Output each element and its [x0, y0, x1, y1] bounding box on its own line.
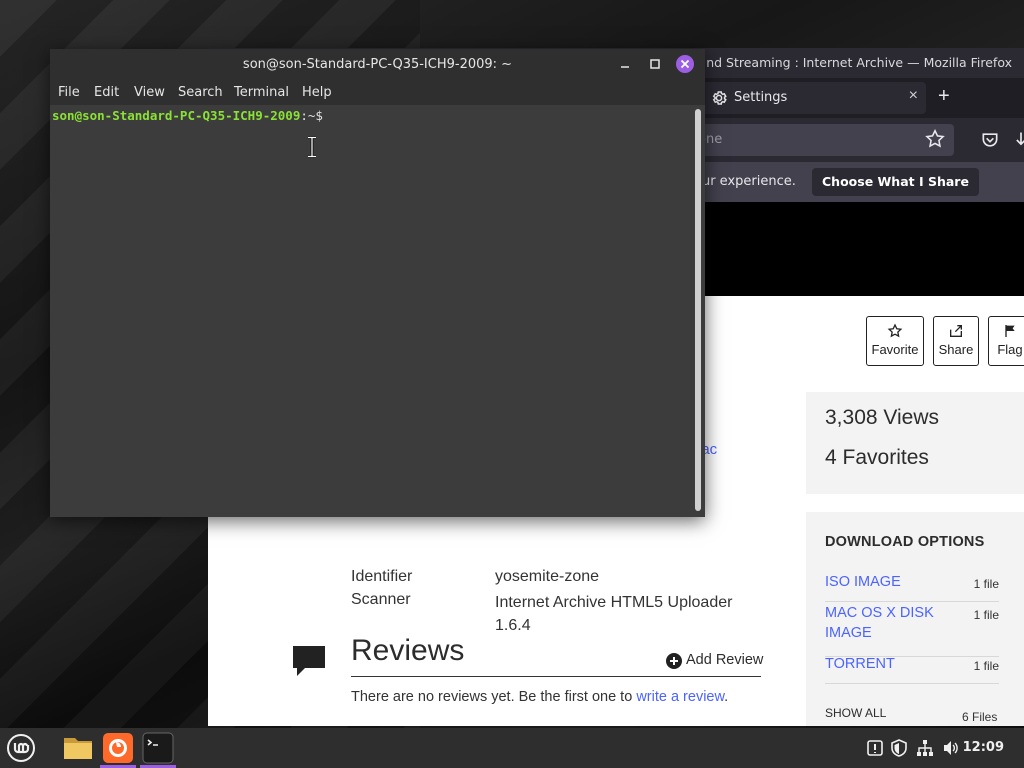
terminal-prompt: son@son-Standard-PC-Q35-ICH9-2009:~$: [52, 108, 323, 123]
download-item-torrent[interactable]: TORRENT 1 file: [825, 654, 999, 684]
choose-what-i-share-button[interactable]: Choose What I Share: [812, 168, 979, 196]
gear-icon: [712, 91, 727, 105]
favorite-button[interactable]: Favorite: [866, 316, 924, 366]
metadata-value-scanner: Internet Archive HTML5 Uploader 1.6.4: [495, 594, 733, 634]
menu-terminal[interactable]: Terminal: [234, 85, 289, 100]
tab-settings[interactable]: Settings ×: [698, 82, 926, 114]
add-review-label: Add Review: [686, 652, 764, 668]
metadata-value-identifier: yosemite-zone: [495, 568, 600, 585]
pocket-icon[interactable]: [980, 130, 1000, 150]
menu-search[interactable]: Search: [178, 85, 223, 100]
reviews-divider: [351, 676, 761, 677]
flag-icon: [1005, 325, 1015, 337]
new-tab-button[interactable]: +: [938, 86, 950, 106]
download-icon[interactable]: [1014, 130, 1024, 150]
no-reviews-message: There are no reviews yet. Be the first o…: [351, 689, 637, 705]
chat-bubble-icon: [293, 646, 325, 676]
text-cursor-icon: [308, 136, 316, 158]
download-item-name[interactable]: MAC OS X DISK IMAGE: [825, 603, 945, 643]
favorites-count: 4 Favorites: [825, 446, 929, 469]
download-item-dmg[interactable]: MAC OS X DISK IMAGE 1 file: [825, 603, 999, 657]
close-icon: [680, 59, 690, 69]
menu-file[interactable]: File: [58, 85, 80, 100]
flag-label: Flag: [997, 342, 1023, 357]
files-icon[interactable]: [62, 732, 94, 764]
download-options-title: DOWNLOAD OPTIONS: [825, 534, 985, 550]
menu-edit[interactable]: Edit: [94, 85, 119, 100]
minimize-icon[interactable]: [618, 57, 632, 71]
metadata-key-scanner: Scanner: [351, 591, 411, 608]
close-window-button[interactable]: [676, 55, 694, 73]
terminal-scrollbar[interactable]: [695, 109, 701, 511]
maximize-icon[interactable]: [648, 57, 662, 71]
reviews-heading: Reviews: [351, 634, 465, 667]
terminal-output[interactable]: son@son-Standard-PC-Q35-ICH9-2009:~$: [50, 105, 705, 517]
url-bar[interactable]: one: [678, 124, 954, 156]
terminal-menubar: File Edit View Search Terminal Help: [50, 80, 705, 105]
metadata-key-identifier: Identifier: [351, 568, 413, 585]
download-item-name[interactable]: TORRENT: [825, 654, 945, 674]
mint-menu-icon[interactable]: [6, 733, 36, 763]
show-all-count: 6 Files: [962, 710, 998, 724]
show-all-link[interactable]: SHOW ALL: [825, 706, 886, 720]
plus-circle-icon: [666, 653, 682, 669]
terminal-title: son@son-Standard-PC-Q35-ICH9-2009: ~: [242, 57, 513, 72]
terminal-window: son@son-Standard-PC-Q35-ICH9-2009: ~ Fil…: [50, 49, 705, 517]
taskbar: 12:09: [0, 728, 1024, 768]
download-item-count: 1 file: [973, 577, 999, 591]
prompt-user-host: son@son-Standard-PC-Q35-ICH9-2009: [52, 108, 301, 123]
star-icon: [887, 323, 903, 338]
share-icon: [950, 325, 962, 337]
favorite-label: Favorite: [871, 342, 919, 357]
prompt-path: :~$: [300, 108, 323, 123]
close-tab-icon[interactable]: ×: [909, 87, 918, 105]
menu-view[interactable]: View: [134, 85, 165, 100]
firefox-window-title: nd Streaming : Internet Archive — Mozill…: [706, 55, 1012, 70]
flag-button[interactable]: Flag: [988, 316, 1024, 366]
volume-icon[interactable]: [942, 739, 960, 757]
item-stats: 3,308 Views 4 Favorites: [806, 392, 1024, 494]
terminal-titlebar[interactable]: son@son-Standard-PC-Q35-ICH9-2009: ~: [50, 49, 705, 80]
firefox-icon[interactable]: [102, 732, 134, 764]
clock[interactable]: 12:09: [963, 740, 1004, 755]
share-label: Share: [938, 342, 974, 357]
write-review-link[interactable]: write a review: [636, 689, 724, 705]
download-item-iso[interactable]: ISO IMAGE 1 file: [825, 572, 999, 602]
no-reviews-end: .: [724, 689, 729, 705]
views-count: 3,308 Views: [825, 406, 940, 429]
download-item-count: 1 file: [973, 608, 999, 622]
no-reviews-text: There are no reviews yet. Be the first o…: [351, 689, 728, 705]
tab-settings-label: Settings: [734, 90, 788, 105]
notice-message: our experience.: [694, 174, 796, 189]
share-button[interactable]: Share: [933, 316, 979, 366]
terminal-icon[interactable]: [142, 732, 174, 764]
update-manager-icon[interactable]: [866, 739, 884, 757]
menu-help[interactable]: Help: [302, 85, 332, 100]
bookmark-star-icon[interactable]: [924, 128, 946, 150]
shield-icon[interactable]: [890, 739, 908, 757]
download-options-panel: DOWNLOAD OPTIONS ISO IMAGE 1 file MAC OS…: [806, 512, 1024, 726]
download-item-count: 1 file: [973, 659, 999, 673]
download-item-name[interactable]: ISO IMAGE: [825, 572, 945, 592]
network-icon[interactable]: [916, 739, 934, 757]
